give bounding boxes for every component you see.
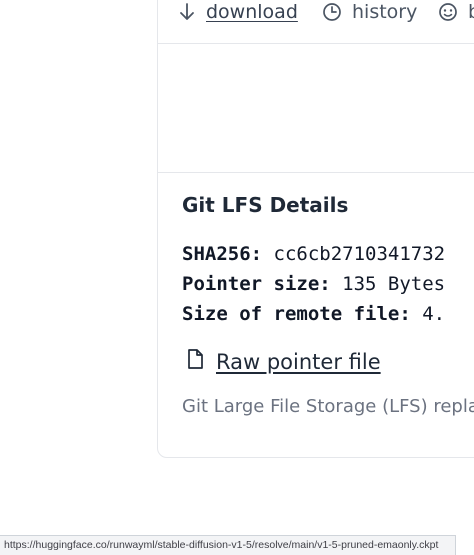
history-button[interactable]: history [322, 1, 417, 23]
file-card: download history b Git [157, 0, 474, 458]
remote-size-value: 4. [422, 303, 446, 325]
download-arrow-icon [178, 2, 196, 22]
raw-pointer-file-label: Raw pointer file [216, 349, 381, 374]
smiley-icon [438, 2, 458, 22]
sha256-row: SHA256: cc6cb2710341732 [182, 239, 445, 269]
download-button[interactable]: download [178, 1, 298, 23]
sha256-key: SHA256: [182, 243, 263, 265]
blame-label: b [468, 1, 474, 23]
clock-icon [322, 2, 342, 22]
remote-size-key: Size of remote file: [182, 303, 411, 325]
lfs-details-list: SHA256: cc6cb2710341732 Pointer size: 13… [182, 239, 445, 329]
lfs-details-title: Git LFS Details [182, 193, 349, 217]
history-label: history [352, 1, 418, 23]
raw-pointer-file-link[interactable]: Raw pointer file [186, 348, 381, 375]
pointer-size-value: 135 Bytes [342, 273, 446, 295]
pointer-size-key: Pointer size: [182, 273, 331, 295]
pointer-size-row: Pointer size: 135 Bytes [182, 269, 445, 299]
sha256-value: cc6cb2710341732 [273, 243, 446, 265]
file-icon [186, 348, 204, 375]
download-label: download [206, 1, 298, 23]
status-bar-url: https://huggingface.co/runwayml/stable-d… [0, 535, 456, 555]
blame-button[interactable]: b [438, 1, 474, 23]
lfs-details-section: Git LFS Details SHA256: cc6cb2710341732 … [158, 172, 474, 457]
remote-size-row: Size of remote file: 4. [182, 299, 445, 329]
lfs-description: Git Large File Storage (LFS) replac [182, 396, 474, 417]
file-toolbar: download history b [158, 0, 474, 44]
